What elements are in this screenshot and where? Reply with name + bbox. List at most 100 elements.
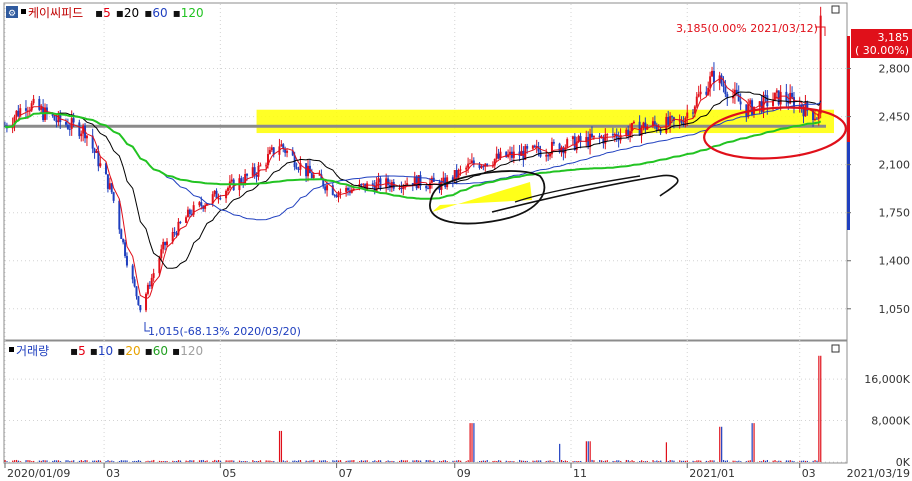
volume-bar: [740, 461, 742, 462]
volume-bar: [212, 460, 214, 462]
candle-body: [139, 305, 142, 311]
volume-bar: [269, 460, 271, 462]
volume-bar: [416, 460, 418, 462]
volume-bar: [378, 460, 380, 462]
candle-body: [148, 284, 151, 287]
volume-bar: [600, 460, 603, 462]
volume-bar: [799, 461, 801, 462]
volume-panel: [3, 340, 848, 464]
volume-bar: [778, 460, 780, 462]
candle-body: [158, 258, 161, 274]
volume-bar: [433, 460, 435, 462]
volume-bar: [753, 423, 755, 462]
volume-bar: [198, 460, 201, 462]
volume-bar: [44, 460, 46, 462]
date-end-label: 2021/03/19: [847, 467, 910, 480]
candle-body: [99, 163, 102, 167]
volume-ma-legend-item: 60: [153, 344, 168, 358]
candle-body: [339, 191, 342, 193]
candle-body: [188, 209, 191, 215]
volume-bar: [246, 461, 248, 462]
candle-body: [251, 167, 254, 176]
volume-bar: [806, 460, 809, 462]
volume-bar: [801, 460, 803, 462]
volume-bar: [256, 461, 258, 462]
volume-bar: [160, 461, 162, 462]
candle-body: [495, 153, 498, 159]
candle-body: [455, 169, 458, 178]
volume-bar: [345, 460, 347, 462]
volume-bar: [774, 460, 776, 462]
price-legend: ⚙ 케이씨피드 ▪5 ▪20 ▪60 ▪120: [6, 6, 204, 20]
volume-bar: [524, 460, 526, 462]
price-tick-label: 1,750: [879, 207, 911, 220]
volume-bar: [560, 459, 563, 462]
volume-bar: [812, 460, 814, 462]
volume-bar: [105, 461, 107, 462]
volume-bar: [412, 460, 414, 462]
volume-bar: [425, 460, 427, 462]
volume-bar: [646, 460, 648, 462]
candle-body: [526, 146, 529, 149]
volume-bar: [633, 460, 635, 462]
volume-bar: [229, 460, 231, 462]
volume-bar: [166, 460, 168, 462]
price-panel-box-icon[interactable]: [21, 9, 26, 14]
volume-bar: [480, 460, 483, 462]
candle-body: [533, 145, 536, 148]
candle-body: [606, 134, 609, 136]
volume-bar: [391, 460, 393, 462]
volume-bar: [254, 461, 256, 462]
volume-bar: [40, 460, 42, 462]
candle-body: [265, 165, 268, 167]
volume-bar: [513, 461, 515, 462]
candle-body: [124, 242, 127, 257]
volume-ma-legend-item: 120: [180, 344, 203, 358]
candle-body: [186, 209, 189, 218]
volume-bar: [465, 461, 467, 462]
volume-bar: [296, 460, 298, 462]
volume-bar: [747, 460, 749, 462]
volume-bar: [762, 459, 765, 462]
candle-body: [486, 163, 489, 166]
volume-bar: [179, 460, 182, 462]
volume-bar: [362, 460, 364, 462]
volume-bar: [57, 460, 60, 462]
volume-bar: [629, 461, 631, 462]
volume-bar: [467, 460, 469, 462]
volume-bar: [94, 460, 96, 462]
candle-body: [552, 141, 555, 144]
current-price-value: 3,185: [878, 31, 910, 44]
volume-bar: [238, 460, 241, 462]
volume-panel-box-icon[interactable]: [9, 347, 14, 352]
volume-bar: [814, 460, 816, 462]
volume-bar: [338, 460, 340, 462]
volume-bar: [458, 460, 460, 462]
candle-body: [699, 91, 702, 95]
volume-bar: [265, 460, 267, 462]
volume-bar: [31, 461, 33, 462]
volume-bar: [644, 461, 647, 462]
volume-bar: [722, 459, 725, 462]
candle-body: [764, 94, 767, 96]
volume-bar: [204, 460, 206, 462]
date-tick-label: 05: [222, 467, 236, 480]
date-tick-label: 03: [802, 467, 816, 480]
volume-bar: [92, 460, 94, 462]
candle-body: [545, 154, 548, 157]
volume-bar: [566, 460, 568, 462]
candle-body: [295, 167, 298, 169]
volume-bar: [761, 461, 763, 462]
volume-bar: [244, 460, 246, 462]
volume-bar: [709, 460, 711, 462]
candle-body: [146, 284, 149, 294]
volume-bar: [599, 460, 601, 462]
volume-bar: [511, 461, 513, 462]
volume-bar: [273, 460, 275, 462]
candle-body: [219, 198, 222, 200]
volume-bar: [122, 460, 124, 462]
volume-bar: [538, 460, 540, 462]
candle-body: [64, 122, 67, 125]
volume-bar: [804, 460, 807, 462]
candle-body: [162, 241, 165, 250]
